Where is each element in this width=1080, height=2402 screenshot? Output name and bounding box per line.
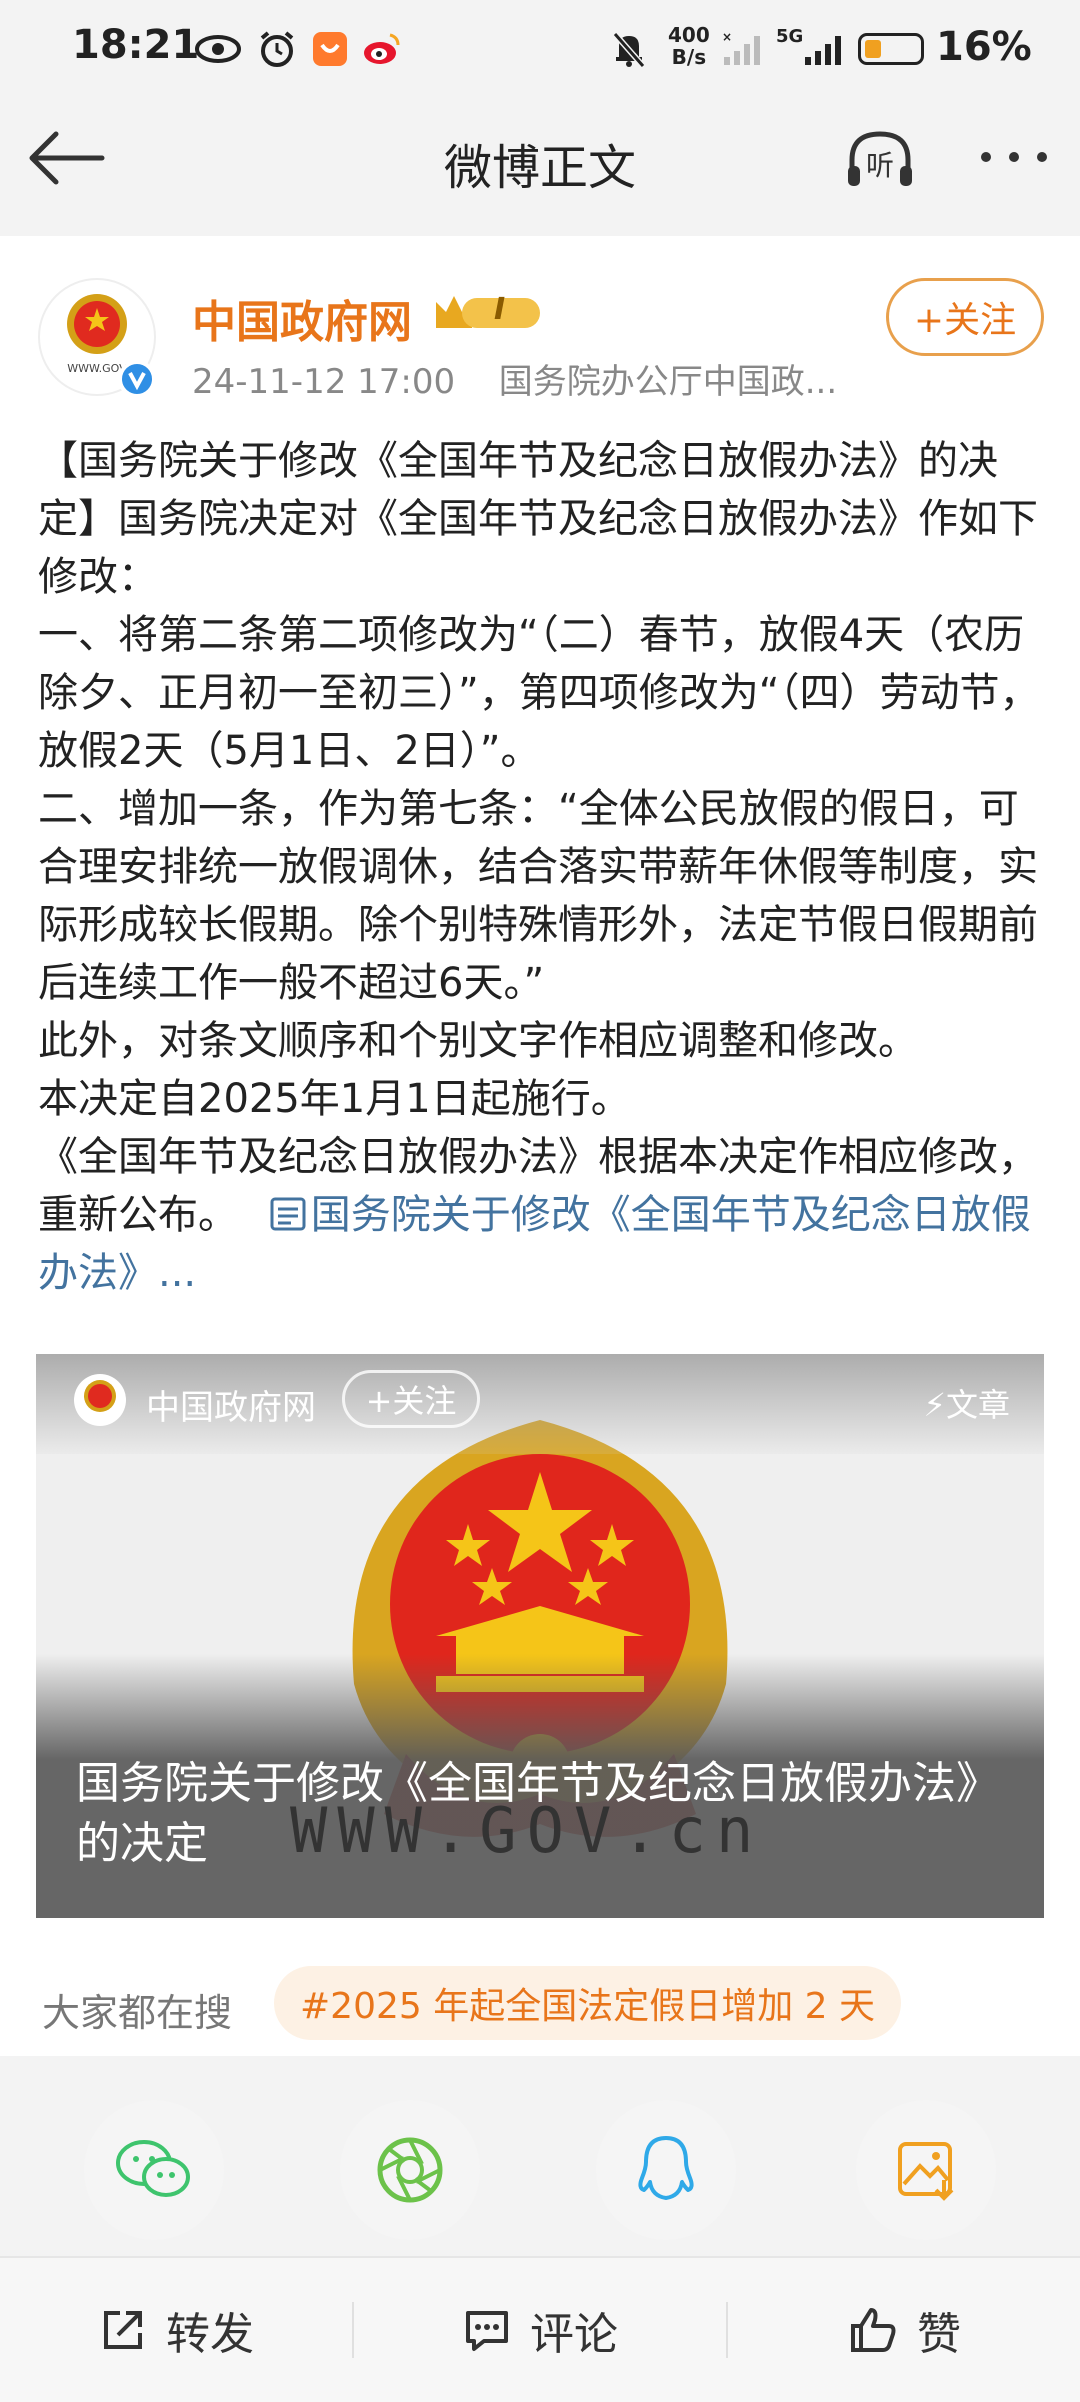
battery-percent: 16% xyxy=(936,24,1032,70)
article-type-label: ⚡文章 xyxy=(924,1380,1010,1426)
like-button[interactable]: 赞 xyxy=(728,2258,1080,2402)
comment-label: 评论 xyxy=(530,2309,618,2360)
battery-fill xyxy=(865,40,881,58)
article-link-icon xyxy=(270,1197,306,1231)
alarm-icon xyxy=(256,30,298,68)
comment-button[interactable]: 评论 xyxy=(354,2258,726,2402)
post-timestamp: 24-11-12 17:00 xyxy=(192,362,456,402)
svg-text:×: × xyxy=(722,31,732,44)
net-speed-value: 400 xyxy=(668,23,710,47)
post-paragraph: 一、将第二条第二项修改为“（二）春节，放假4天（农历除夕、正月初一至初三）”，第… xyxy=(38,612,1040,774)
repost-label: 转发 xyxy=(166,2309,254,2360)
share-wechat-button[interactable] xyxy=(84,2100,224,2240)
article-type-text: 文章 xyxy=(945,1386,1010,1424)
net-speed-unit: B/s xyxy=(671,45,707,69)
listen-label: 听 xyxy=(865,149,894,182)
net-speed: 400 B/s xyxy=(668,24,710,68)
repost-icon xyxy=(104,2311,142,2349)
post-paragraph: 本决定自2025年1月1日起施行。 xyxy=(38,1076,631,1122)
follow-button[interactable]: +关注 xyxy=(886,278,1044,356)
moments-icon xyxy=(377,2137,443,2203)
page-title: 微博正文 xyxy=(443,140,636,196)
article-follow-button[interactable]: +关注 xyxy=(342,1370,480,1428)
repost-button[interactable]: 转发 xyxy=(0,2258,352,2402)
article-header: 中国政府网 +关注 ⚡文章 xyxy=(36,1354,1044,1454)
post-paragraph: 二、增加一条，作为第七条：“全体公民放假的假日，可合理安排统一放假调休，结合落实… xyxy=(38,786,1038,1006)
comment-icon xyxy=(466,2311,508,2351)
status-time: 18:21 xyxy=(72,22,200,68)
verified-badge-icon xyxy=(118,360,156,398)
save-image-icon xyxy=(898,2142,954,2201)
member-level-badge[interactable]: I xyxy=(432,288,544,338)
share-moments-button[interactable] xyxy=(340,2100,480,2240)
thumbs-up-icon xyxy=(851,2308,896,2352)
mute-bell-icon xyxy=(608,30,650,68)
author-name[interactable]: 中国政府网 xyxy=(192,286,412,350)
level-badge-text: I xyxy=(494,292,506,327)
trending-label: 大家都在搜 xyxy=(42,1991,233,2035)
like-label: 赞 xyxy=(917,2309,961,2360)
nav-bar: 微博正文 听 xyxy=(0,100,1080,220)
lightning-icon: ⚡ xyxy=(923,1386,946,1424)
crown-icon xyxy=(436,296,540,328)
save-image-button[interactable] xyxy=(856,2100,996,2240)
battery-icon xyxy=(858,33,924,65)
article-card[interactable]: 中国政府网 +关注 ⚡文章 WWW.GOV.cn 国务院关于修改《全国年节及纪念… xyxy=(36,1354,1044,1918)
post-paragraph: 【国务院关于修改《全国年节及纪念日放假办法》的决定】国务院决定对《全国年节及纪念… xyxy=(38,438,1038,600)
status-bar: 18:21 400 B/s × 5G 16% xyxy=(0,0,1080,100)
signal-5g-icon xyxy=(774,30,846,68)
article-source-name: 中国政府网 xyxy=(146,1388,316,1428)
app-notification-icon xyxy=(310,30,350,68)
more-dots-icon[interactable] xyxy=(976,142,1052,172)
post-body: 【国务院关于修改《全国年节及纪念日放假办法》的决定】国务院决定对《全国年节及纪念… xyxy=(38,432,1048,1302)
post-paragraph: 此外，对条文顺序和个别文字作相应调整和修改。 xyxy=(38,1018,918,1064)
qq-icon xyxy=(638,2136,694,2200)
post-paragraph-last: 《全国年节及纪念日放假办法》根据本决定作相应修改，重新公布。 国务院关于修改《全… xyxy=(38,1128,1048,1302)
share-qq-button[interactable] xyxy=(596,2100,736,2240)
listen-button[interactable]: 听 xyxy=(842,122,918,198)
article-source-avatar xyxy=(74,1374,126,1426)
post-source[interactable]: 国务院办公厅中国政... xyxy=(499,362,837,402)
signal-weak-icon: × xyxy=(720,30,764,68)
wechat-icon xyxy=(116,2140,190,2197)
post-card: WWW.GOV 中国政府网 I 24-11-12 17:00 国务院办公厅中国政… xyxy=(0,236,1080,2056)
bottom-action-bar: 转发 评论 赞 xyxy=(0,2256,1080,2402)
eye-icon xyxy=(192,30,244,68)
weibo-icon xyxy=(360,30,404,68)
trending-tag[interactable]: #2025 年起全国法定假日增加 2 天 xyxy=(274,1966,902,2040)
post-meta: 24-11-12 17:00 国务院办公厅中国政... xyxy=(192,354,837,403)
article-title: 国务院关于修改《全国年节及纪念日放假办法》的决定 xyxy=(76,1758,1000,1869)
